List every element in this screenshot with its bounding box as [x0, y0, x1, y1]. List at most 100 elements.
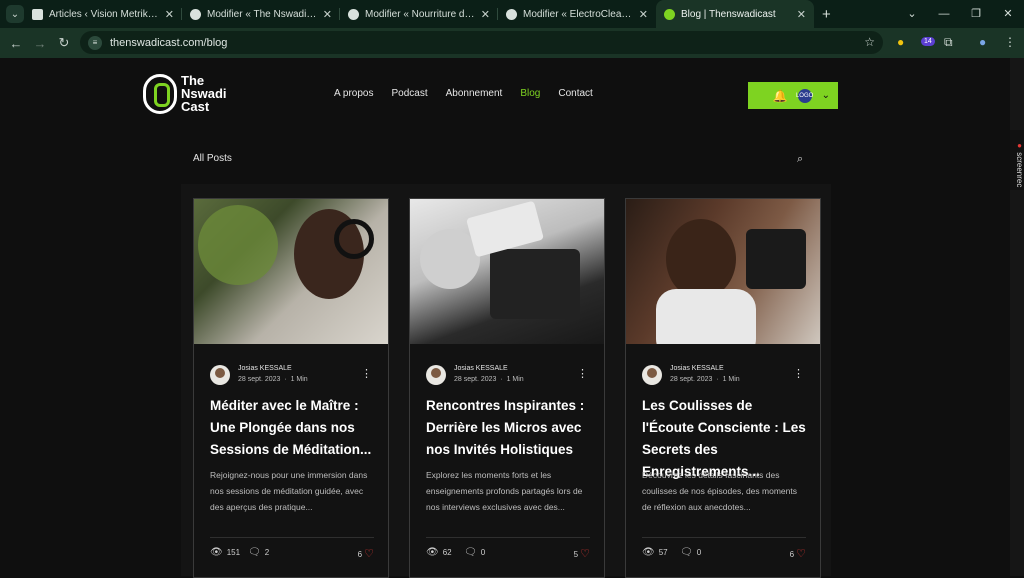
window-controls: ⌄ — ❐ ✕ — [896, 0, 1024, 28]
nav-blog[interactable]: Blog — [520, 88, 540, 99]
restore-icon[interactable]: ❐ — [960, 0, 992, 28]
bell-icon[interactable]: 🔔 — [773, 89, 788, 103]
browser-toolbar: ← → ↻ ≡ thenswadicast.com/blog ☆ ● 14 ⧉ … — [0, 28, 1024, 58]
reload-icon[interactable]: ↻ — [52, 35, 76, 51]
post-card[interactable]: Josias KESSALE 28 sept. 2023 · 1 Min ⋮ L… — [625, 198, 821, 578]
post-excerpt: Explorez les moments forts et les enseig… — [426, 470, 583, 512]
member-box[interactable]: 🔔 LOGO ⌄ — [748, 82, 838, 109]
likes-count[interactable]: 6 ♡ — [358, 547, 374, 560]
tab-title: Articles ‹ Vision Metrik — WordPress — [49, 8, 159, 20]
favicon-icon — [664, 8, 675, 20]
divider — [642, 537, 806, 538]
tab-search-button[interactable]: ⌄ — [6, 5, 24, 23]
likes-count[interactable]: 5 ♡ — [574, 547, 590, 560]
views-count: 👁 62 — [426, 547, 452, 558]
nav-podcast[interactable]: Podcast — [391, 88, 427, 99]
nav-contact[interactable]: Contact — [558, 88, 592, 99]
more-options-icon[interactable]: ⋮ — [793, 367, 804, 380]
post-meta: Josias KESSALE 28 sept. 2023 · 1 Min ⋮ — [426, 365, 588, 389]
search-icon[interactable]: ⌕ — [797, 153, 803, 166]
post-card[interactable]: Josias KESSALE 28 sept. 2023 · 1 Min ⋮ M… — [193, 198, 389, 578]
divider — [426, 537, 590, 538]
comment-icon: 🗨 — [680, 547, 693, 558]
author-avatar[interactable] — [426, 365, 446, 385]
comment-icon: 🗨 — [248, 547, 261, 558]
forward-icon[interactable]: → — [28, 36, 52, 51]
new-tab-button[interactable]: + — [822, 6, 831, 23]
chevron-down-icon[interactable]: ⌄ — [822, 90, 830, 101]
browser-tab[interactable]: Articles ‹ Vision Metrik — WordPress ✕ — [24, 0, 182, 28]
logo-line3: Cast — [181, 99, 210, 114]
member-avatar[interactable]: LOGO — [796, 88, 813, 103]
address-bar[interactable]: ≡ thenswadicast.com/blog ☆ — [80, 31, 883, 54]
tab-title: Modifier « Nourriture du bonheur ... — [365, 8, 475, 20]
close-tab-icon[interactable]: ✕ — [639, 8, 648, 21]
extension-badge[interactable]: 14 — [921, 37, 935, 46]
heart-icon: ♡ — [796, 548, 806, 560]
close-tab-icon[interactable]: ✕ — [797, 8, 806, 21]
tab-title: Modifier « ElectroClean Market ... — [523, 8, 633, 20]
bookmark-star-icon[interactable]: ☆ — [864, 35, 875, 49]
tab-list-icon[interactable]: ⌄ — [896, 0, 928, 28]
post-excerpt: Découvrez les détails fascinants des cou… — [642, 470, 797, 512]
screenrec-widget[interactable]: ● screenrec — [1010, 130, 1024, 190]
divider — [210, 537, 374, 538]
post-card[interactable]: Josias KESSALE 28 sept. 2023 · 1 Min ⋮ R… — [409, 198, 605, 578]
close-tab-icon[interactable]: ✕ — [165, 8, 174, 21]
browser-tab[interactable]: Modifier « ElectroClean Market ... ✕ — [498, 0, 656, 28]
author-avatar[interactable] — [210, 365, 230, 385]
close-tab-icon[interactable]: ✕ — [481, 8, 490, 21]
views-count: 👁 57 — [642, 547, 668, 558]
browser-menu-icon[interactable]: ⋮ — [1004, 35, 1016, 49]
post-excerpt: Rejoignez-nous pour une immersion dans n… — [210, 470, 368, 512]
favicon-icon — [190, 8, 201, 20]
browser-tab-active[interactable]: Blog | Thenswadicast ✕ — [656, 0, 814, 28]
site-header: The Nswadi Cast A propos Podcast Abonnem… — [141, 58, 841, 133]
more-options-icon[interactable]: ⋮ — [577, 367, 588, 380]
nav-a-propos[interactable]: A propos — [334, 88, 373, 99]
extension-icon[interactable]: ● — [897, 35, 904, 49]
favicon-icon — [348, 8, 359, 20]
comment-icon: 🗨 — [464, 547, 477, 558]
microphone-icon — [143, 74, 177, 114]
post-image[interactable] — [626, 199, 820, 344]
post-title[interactable]: Méditer avec le Maître : Une Plongée dan… — [210, 395, 374, 461]
post-date: 28 sept. 2023 · 1 Min — [454, 376, 524, 383]
back-icon[interactable]: ← — [4, 36, 28, 51]
comments-count[interactable]: 🗨 2 — [248, 547, 269, 558]
post-meta: Josias KESSALE 28 sept. 2023 · 1 Min ⋮ — [642, 365, 804, 389]
author-avatar[interactable] — [642, 365, 662, 385]
comments-count[interactable]: 🗨 0 — [464, 547, 485, 558]
more-options-icon[interactable]: ⋮ — [361, 367, 372, 380]
views-count: 👁 151 — [210, 547, 241, 558]
author-name[interactable]: Josias KESSALE — [670, 365, 724, 372]
comments-count[interactable]: 🗨 0 — [680, 547, 701, 558]
heart-icon: ♡ — [580, 548, 590, 560]
likes-count[interactable]: 6 ♡ — [790, 547, 806, 560]
post-image[interactable] — [410, 199, 604, 344]
browser-tab[interactable]: Modifier « The Nswadi Cast » ‹ ... ✕ — [182, 0, 340, 28]
minimize-icon[interactable]: — — [928, 0, 960, 28]
url-text: thenswadicast.com/blog — [110, 36, 228, 49]
site-logo[interactable]: The Nswadi Cast — [141, 70, 241, 120]
nav-abonnement[interactable]: Abonnement — [446, 88, 503, 99]
profile-avatar[interactable]: ● — [979, 35, 986, 49]
post-stats: 👁 151 🗨 2 6 ♡ — [210, 547, 374, 561]
post-image[interactable] — [194, 199, 388, 344]
close-window-icon[interactable]: ✕ — [992, 0, 1024, 28]
extensions-puzzle-icon[interactable]: ⧉ — [944, 35, 953, 50]
close-tab-icon[interactable]: ✕ — [323, 8, 332, 21]
author-name[interactable]: Josias KESSALE — [454, 365, 508, 372]
tab-title: Blog | Thenswadicast — [681, 8, 776, 20]
browser-tab[interactable]: Modifier « Nourriture du bonheur ... ✕ — [340, 0, 498, 28]
author-name[interactable]: Josias KESSALE — [238, 365, 292, 372]
post-date: 28 sept. 2023 · 1 Min — [670, 376, 740, 383]
site-info-icon[interactable]: ≡ — [88, 35, 102, 50]
all-posts-tab[interactable]: All Posts — [193, 153, 232, 164]
post-stats: 👁 57 🗨 0 6 ♡ — [642, 547, 806, 561]
page: The Nswadi Cast A propos Podcast Abonnem… — [0, 58, 1010, 578]
eye-icon: 👁 — [426, 547, 439, 558]
browser-tabstrip: ⌄ Articles ‹ Vision Metrik — WordPress ✕… — [0, 0, 1024, 28]
record-icon: ● — [1015, 140, 1024, 150]
post-title[interactable]: Rencontres Inspirantes : Derrière les Mi… — [426, 395, 590, 461]
